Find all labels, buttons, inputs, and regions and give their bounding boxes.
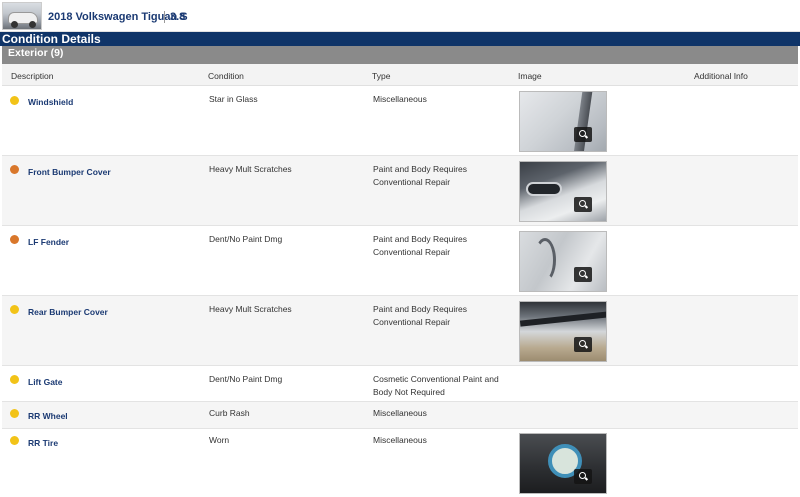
vehicle-thumbnail[interactable] — [2, 2, 42, 30]
header-divider — [164, 11, 165, 23]
damage-condition: Dent/No Paint Dmg — [209, 374, 283, 384]
vehicle-title: 2018 Volkswagen Tiguan S — [48, 11, 188, 23]
damage-photo[interactable] — [519, 231, 607, 292]
table-header: Description Condition Type Image Additio… — [2, 64, 798, 86]
column-type: Type — [372, 71, 391, 81]
damage-photo[interactable] — [519, 433, 607, 494]
damage-type: Paint and Body Requires Conventional Rep… — [373, 234, 468, 257]
damage-condition: Heavy Mult Scratches — [209, 164, 292, 174]
damage-description[interactable]: RR Wheel — [28, 411, 68, 421]
table-row: RR Tire Worn Miscellaneous — [2, 429, 798, 497]
damage-description[interactable]: LF Fender — [28, 237, 69, 247]
damage-condition: Star in Glass — [209, 94, 258, 104]
severity-dot — [10, 96, 19, 105]
column-image: Image — [518, 71, 542, 81]
severity-dot — [10, 375, 19, 384]
severity-dot — [10, 235, 19, 244]
damage-description[interactable]: Rear Bumper Cover — [28, 307, 108, 317]
table-row: Windshield Star in Glass Miscellaneous — [2, 86, 798, 156]
damage-condition: Worn — [209, 435, 230, 445]
vehicle-header: 2018 Volkswagen Tiguan S 3.8 — [0, 0, 800, 32]
severity-dot — [10, 165, 19, 174]
damage-photo[interactable] — [519, 91, 607, 152]
exterior-group-header[interactable]: Exterior (9) — [2, 46, 798, 64]
table-row: Front Bumper Cover Heavy Mult Scratches … — [2, 156, 798, 226]
severity-dot — [10, 409, 19, 418]
condition-grade: 3.8 — [170, 11, 186, 23]
damage-type: Paint and Body Requires Conventional Rep… — [373, 164, 468, 187]
damage-type: Cosmetic Conventional Paint and Body Not… — [373, 374, 499, 397]
zoom-icon[interactable] — [574, 127, 592, 142]
zoom-icon[interactable] — [574, 267, 592, 282]
damage-description[interactable]: RR Tire — [28, 438, 58, 448]
damage-description[interactable]: Lift Gate — [28, 377, 62, 387]
damage-condition: Curb Rash — [209, 408, 250, 418]
zoom-icon[interactable] — [574, 337, 592, 352]
damage-type: Miscellaneous — [373, 408, 427, 418]
damage-type: Miscellaneous — [373, 94, 427, 104]
column-additional-info: Additional Info — [694, 71, 748, 81]
damage-photo[interactable] — [519, 301, 607, 362]
damage-type: Miscellaneous — [373, 435, 427, 445]
zoom-icon[interactable] — [574, 469, 592, 484]
table-row: LF Fender Dent/No Paint Dmg Paint and Bo… — [2, 226, 798, 296]
table-row: Rear Bumper Cover Heavy Mult Scratches P… — [2, 296, 798, 366]
column-description: Description — [11, 71, 54, 81]
damage-description[interactable]: Front Bumper Cover — [28, 167, 111, 177]
damage-description[interactable]: Windshield — [28, 97, 73, 107]
damage-condition: Dent/No Paint Dmg — [209, 234, 283, 244]
zoom-icon[interactable] — [574, 197, 592, 212]
severity-dot — [10, 305, 19, 314]
damage-photo[interactable] — [519, 161, 607, 222]
damage-condition: Heavy Mult Scratches — [209, 304, 292, 314]
section-title: Condition Details — [0, 32, 800, 46]
severity-dot — [10, 436, 19, 445]
table-row: RR Wheel Curb Rash Miscellaneous — [2, 402, 798, 429]
damage-type: Paint and Body Requires Conventional Rep… — [373, 304, 468, 327]
table-row: Lift Gate Dent/No Paint Dmg Cosmetic Con… — [2, 366, 798, 402]
column-condition: Condition — [208, 71, 244, 81]
